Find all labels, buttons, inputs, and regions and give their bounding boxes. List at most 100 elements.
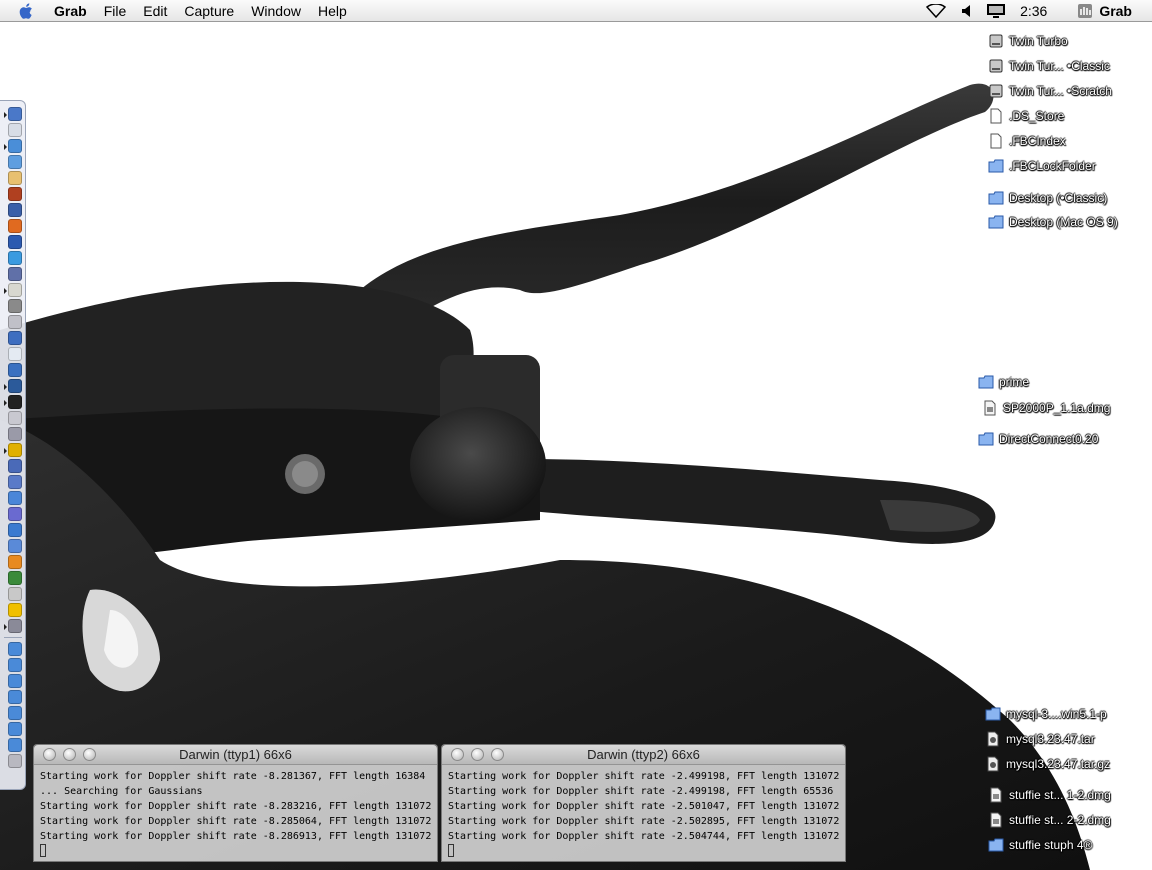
document-icon (988, 108, 1004, 124)
quicktime-player-icon[interactable] (7, 459, 22, 473)
desktop-icon[interactable]: Desktop (•Classic) (988, 190, 1107, 206)
folder-icon[interactable] (7, 706, 22, 720)
system-prefs-icon[interactable] (7, 267, 22, 281)
star-icon[interactable] (7, 555, 22, 569)
folder-icon[interactable] (7, 690, 22, 704)
zoom-button[interactable] (83, 748, 96, 761)
minimize-button[interactable] (471, 748, 484, 761)
terminal-window-ttyp1[interactable]: Darwin (ttyp1) 66x6 Starting work for Do… (33, 744, 438, 862)
display-icon[interactable] (986, 3, 1006, 19)
zoom-button[interactable] (491, 748, 504, 761)
printer-icon[interactable] (7, 315, 22, 329)
close-button[interactable] (43, 748, 56, 761)
terminal-cursor (448, 844, 454, 857)
menu-window[interactable]: Window (251, 0, 301, 22)
disk-utility-icon[interactable] (7, 427, 22, 441)
app-icon[interactable] (7, 475, 22, 489)
airport-icon[interactable] (926, 4, 947, 18)
firefox-icon[interactable] (7, 219, 22, 233)
terminal-line: Starting work for Doppler shift rate -8.… (40, 816, 432, 827)
folder-icon[interactable] (7, 674, 22, 688)
apple-menu-icon[interactable] (18, 2, 36, 20)
menu-file[interactable]: File (104, 0, 127, 22)
green-app-icon[interactable] (7, 571, 22, 585)
network-utility-icon[interactable] (7, 491, 22, 505)
volume-icon[interactable] (960, 4, 972, 18)
terminal-output[interactable]: Starting work for Doppler shift rate -8.… (34, 765, 437, 861)
desktop-icon-label: DirectConnect0.20 (999, 432, 1099, 446)
desktop-icon-label: Desktop (Mac OS 9) (1009, 215, 1118, 229)
folder-icon[interactable] (7, 722, 22, 736)
desktop-icon[interactable]: mysql3.23.47.tar (985, 731, 1095, 747)
preview-icon[interactable] (7, 171, 22, 185)
network-icon[interactable] (7, 251, 22, 265)
internet-explorer-icon[interactable] (3, 139, 22, 153)
desktop-icon[interactable]: stuffie stuph 4® (988, 837, 1092, 853)
quicktime-icon[interactable] (7, 203, 22, 217)
terminal-output[interactable]: Starting work for Doppler shift rate -2.… (442, 765, 845, 861)
desktop-icon[interactable]: Desktop (Mac OS 9) (988, 214, 1118, 230)
desktop-icon[interactable]: .FBCLockFolder (988, 158, 1096, 174)
menu-help[interactable]: Help (318, 0, 347, 22)
terminal-window-ttyp2[interactable]: Darwin (ttyp2) 66x6 Starting work for Do… (441, 744, 846, 862)
itunes-icon[interactable] (7, 187, 22, 201)
desktop-icon[interactable]: prime (978, 374, 1029, 390)
desktop-icon[interactable]: Twin Tur... •Scratch (988, 83, 1112, 99)
globe-net-icon[interactable] (7, 507, 22, 521)
terminal-line: Starting work for Doppler shift rate -8.… (40, 831, 432, 842)
sherlock-icon[interactable] (7, 235, 22, 249)
menu-bar: Grab File Edit Capture Window Help 2:36 … (0, 0, 1152, 22)
desktop-icon[interactable]: mysql3.23.47.tar.gz (985, 756, 1110, 772)
x11-icon[interactable] (3, 379, 22, 393)
terminal-icon[interactable] (3, 395, 22, 409)
document-icon (988, 133, 1004, 149)
desktop-icon-label: Twin Tur... •Classic (1009, 59, 1110, 73)
archive-icon (985, 731, 1001, 747)
desktop-icon[interactable]: DirectConnect0.20 (978, 431, 1098, 447)
terminal-line: Starting work for Doppler shift rate -2.… (448, 816, 840, 827)
script-editor-icon[interactable] (7, 523, 22, 537)
ichat-icon[interactable] (7, 331, 22, 345)
minimize-button[interactable] (63, 748, 76, 761)
folder-icon[interactable] (7, 658, 22, 672)
window-controls (451, 748, 511, 761)
desktop-icon-label: prime (999, 375, 1030, 389)
pen-icon[interactable] (7, 587, 22, 601)
utility-icon[interactable] (7, 299, 22, 313)
desktop-icon-label: .DS_Store (1009, 109, 1065, 123)
menu-edit[interactable]: Edit (143, 0, 167, 22)
application-switcher[interactable]: Grab (1077, 3, 1132, 19)
finder-icon[interactable] (3, 107, 22, 121)
terminal-line: Starting work for Doppler shift rate -2.… (448, 831, 840, 842)
desktop-icon[interactable]: Twin Turbo (988, 33, 1068, 49)
desktop-icon[interactable]: mysql-3....win5.1-p (985, 706, 1107, 722)
desktop-icon[interactable]: SP2000P_1.1a.dmg (982, 400, 1110, 416)
close-button[interactable] (451, 748, 464, 761)
textedit-icon[interactable] (3, 283, 22, 297)
menu-app-name[interactable]: Grab (54, 0, 87, 22)
menubar-clock[interactable]: 2:36 (1020, 3, 1047, 19)
desktop-icon[interactable]: stuffie st... 1-2.dmg (988, 787, 1111, 803)
grab-app-icon (1078, 4, 1093, 18)
folder-icon[interactable] (7, 738, 22, 752)
radiation-icon[interactable] (3, 443, 22, 457)
accessibility-icon[interactable] (7, 539, 22, 553)
desktop-icon[interactable]: stuffie st... 2-2.dmg (988, 812, 1111, 828)
document-icon[interactable] (7, 642, 22, 656)
desktop-icon[interactable]: .FBCIndex (988, 133, 1066, 149)
desktop-icon-label: mysql3.23.47.tar.gz (1006, 757, 1111, 771)
print-center-icon[interactable] (7, 411, 22, 425)
sun-icon[interactable] (7, 603, 22, 617)
menu-capture[interactable]: Capture (184, 0, 234, 22)
globe-icon[interactable] (7, 363, 22, 377)
desktop-icon-label: stuffie st... 2-2.dmg (1009, 813, 1111, 827)
terminal-titlebar[interactable]: Darwin (ttyp1) 66x6 (34, 745, 437, 765)
clock-icon[interactable] (7, 347, 22, 361)
mail-icon[interactable] (7, 123, 22, 137)
app-store-icon[interactable] (7, 155, 22, 169)
tools-icon[interactable] (3, 619, 22, 633)
terminal-titlebar[interactable]: Darwin (ttyp2) 66x6 (442, 745, 845, 765)
desktop-icon[interactable]: Twin Tur... •Classic (988, 58, 1110, 74)
trash-icon[interactable] (7, 754, 22, 768)
desktop-icon[interactable]: .DS_Store (988, 108, 1064, 124)
